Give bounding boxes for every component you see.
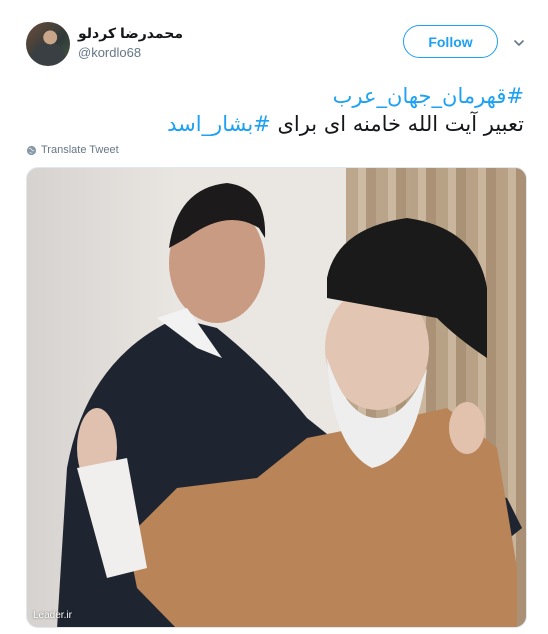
globe-icon	[26, 145, 37, 155]
translate-tweet-label[interactable]: Translate Tweet	[41, 144, 119, 156]
tweet-photo[interactable]: Leader.ir	[26, 167, 527, 628]
photo-watermark: Leader.ir	[33, 610, 72, 621]
tweet-card: محمدرضا کردلو @kordlo68 Follow #قهرمان_ج…	[0, 0, 548, 634]
photo-figures	[57, 183, 522, 627]
user-handle[interactable]: @kordlo68	[78, 45, 141, 60]
avatar[interactable]	[26, 22, 70, 66]
chevron-down-icon[interactable]	[514, 38, 524, 48]
user-display-name[interactable]: محمدرضا کردلو	[78, 25, 183, 42]
follow-button[interactable]: Follow	[403, 25, 498, 58]
tweet-text-body: تعبیر آیت الله خامنه ای برای	[270, 112, 524, 136]
hashtag-link[interactable]: #قهرمان_جهان_عرب	[333, 84, 524, 108]
translate-tweet-link[interactable]: Translate Tweet	[26, 144, 119, 156]
tweet-text: #قهرمان_جهان_عرب تعبیر آیت الله خامنه ای…	[24, 82, 524, 138]
hashtag-link[interactable]: #بشار_اسد	[167, 112, 271, 136]
